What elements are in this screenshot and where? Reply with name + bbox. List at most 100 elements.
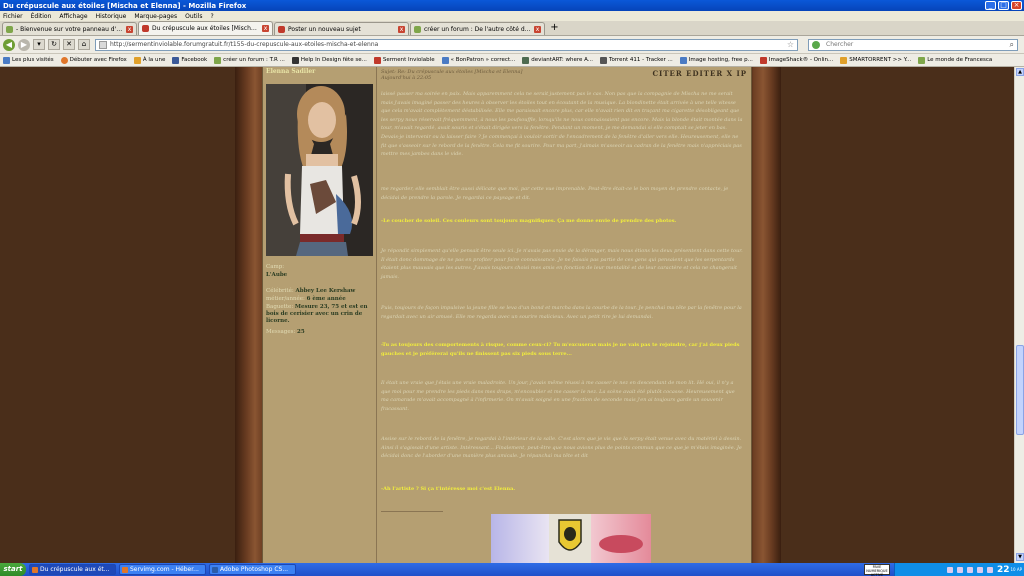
tab-close-icon[interactable]: x: [398, 25, 405, 33]
tab-label: créer un forum : De l'autre côté du miro…: [424, 25, 532, 33]
post-dialogue: -Tu as toujours des comportements à risq…: [381, 342, 740, 357]
poster-username[interactable]: Elenna Sadiler: [266, 68, 315, 75]
url-text[interactable]: http://sermentinviolable.forumgratuit.fr…: [110, 41, 787, 48]
menu-edition[interactable]: Édition: [31, 13, 52, 20]
network-icon[interactable]: [986, 566, 993, 573]
post-dialogue: -Le coucher de soleil. Ces couleurs sont…: [381, 218, 677, 224]
firefox-icon: [32, 566, 38, 573]
taskbar-item-firefox[interactable]: Du crépuscule aux ét...: [29, 564, 116, 575]
page-viewport: Elenna Sadiler Camp: L'Aube Célébrité: A…: [0, 67, 1014, 563]
bookmark-item[interactable]: À la une: [133, 56, 165, 64]
close-button[interactable]: ×: [1011, 1, 1022, 10]
rss-icon: [133, 56, 141, 64]
navigation-toolbar: ◀ ▶ ▾ ↻ ✕ ⌂ http://sermentinviolable.for…: [0, 36, 1024, 54]
profile-year: métier/année: 6 ème année: [266, 296, 346, 302]
forward-button[interactable]: ▶: [18, 38, 30, 51]
bookmark-item[interactable]: Les plus visités: [3, 56, 54, 64]
tab-close-icon[interactable]: x: [262, 25, 269, 32]
bookmark-folder-icon: [3, 56, 10, 64]
windows-taskbar: start Du crépuscule aux ét... Servimg.co…: [0, 563, 1024, 576]
tab-bar: - Bienvenue sur votre panneau d'adminis.…: [0, 21, 1024, 36]
bookmark-item[interactable]: créer un forum : T.R ...: [214, 56, 285, 64]
profile-camp-value: L'Aube: [266, 272, 288, 278]
back-button[interactable]: ◀: [3, 38, 15, 51]
taskbar-item-photoshop[interactable]: Adobe Photoshop CS...: [209, 564, 296, 575]
history-dropdown-button[interactable]: ▾: [33, 39, 45, 50]
tab-admin-panel[interactable]: - Bienvenue sur votre panneau d'adminis.…: [2, 22, 137, 35]
site-favicon-icon: [679, 56, 687, 64]
forum-favicon-icon: [142, 25, 149, 32]
search-engine-icon[interactable]: [812, 40, 820, 49]
bookmark-item[interactable]: Serment Inviolable: [373, 56, 435, 64]
tab-label: - Bienvenue sur votre panneau d'adminis.…: [16, 25, 124, 33]
site-identity-icon[interactable]: [99, 40, 107, 49]
profile-camp-label: Camp:: [266, 264, 285, 270]
maximize-button[interactable]: □: [998, 1, 1009, 10]
bookmark-item[interactable]: ImageShack® - Onlin...: [759, 56, 833, 64]
tab-label: Du crépuscule aux étoiles [Mischa et Ele…: [152, 25, 260, 32]
menu-outils[interactable]: Outils: [185, 13, 202, 20]
post-paragraph: laissé passer ma soirée en paix. Mais ap…: [381, 91, 743, 158]
minimize-button[interactable]: _: [985, 1, 996, 10]
bookmark-item[interactable]: Facebook: [172, 56, 207, 64]
site-favicon-icon: [291, 56, 299, 64]
firefox-icon: [122, 566, 128, 573]
clock[interactable]: 22: [997, 565, 1010, 575]
menu-historique[interactable]: Historique: [96, 13, 127, 20]
post-paragraph: Puis, toujours de façon impulsive la jeu…: [381, 305, 742, 320]
photoshop-icon: [212, 566, 218, 573]
facebook-icon: [172, 56, 180, 64]
reload-button[interactable]: ↻: [48, 39, 60, 50]
window-title-bar: Du crépuscule aux étoiles [Mischa et Ele…: [0, 0, 1024, 11]
home-button[interactable]: ⌂: [78, 39, 90, 50]
bookmark-item[interactable]: SMARTORRENT >> Y...: [840, 56, 911, 64]
menu-help[interactable]: ?: [210, 13, 213, 20]
bookmark-item[interactable]: Image hosting, free p...: [679, 56, 753, 64]
tray-icon[interactable]: [956, 566, 963, 573]
avatar-image: [266, 84, 373, 256]
post-paragraph: me regarder, elle semblait être aussi dé…: [381, 186, 729, 201]
forum-favicon-icon: [214, 56, 222, 64]
bookmark-item[interactable]: Help In Design fête se...: [291, 56, 367, 64]
bookmark-star-icon[interactable]: ☆: [787, 40, 794, 49]
window-title: Du crépuscule aux étoiles [Mischa et Ele…: [3, 1, 247, 10]
start-button[interactable]: start: [0, 563, 26, 576]
search-input[interactable]: [826, 41, 1010, 48]
bookmark-item[interactable]: « BonPatron » correct...: [441, 56, 515, 64]
taskbar-item-servimg[interactable]: Servimg.com - Héber...: [119, 564, 206, 575]
volume-icon[interactable]: [976, 566, 983, 573]
scroll-up-icon[interactable]: ▲: [1016, 68, 1024, 76]
tab-create-forum[interactable]: créer un forum : De l'autre côté du miro…: [410, 22, 545, 35]
forum-favicon-icon: [278, 25, 285, 33]
menu-fichier[interactable]: Fichier: [3, 13, 23, 20]
search-bar[interactable]: ⌕: [808, 38, 1018, 51]
tab-close-icon[interactable]: x: [534, 25, 541, 33]
bookmark-item[interactable]: Le monde de Francesca: [918, 56, 992, 64]
forum-favicon-icon: [414, 25, 421, 33]
forum-post: Elenna Sadiler Camp: L'Aube Célébrité: A…: [262, 67, 752, 563]
new-tab-button[interactable]: +: [548, 22, 561, 35]
menu-affichage[interactable]: Affichage: [59, 13, 87, 20]
site-favicon-icon: [918, 56, 926, 64]
bookmark-item[interactable]: deviantART: where A...: [522, 56, 593, 64]
vertical-scrollbar[interactable]: ▲ ▼: [1014, 67, 1024, 563]
bookmark-item[interactable]: Torrent 411 - Tracker ...: [600, 56, 673, 64]
tab-current-topic[interactable]: Du crépuscule aux étoiles [Mischa et Ele…: [138, 21, 273, 35]
stop-button[interactable]: ✕: [63, 39, 75, 50]
menu-marque-pages[interactable]: Marque-pages: [134, 13, 177, 20]
tab-close-icon[interactable]: x: [126, 25, 133, 33]
post-tools[interactable]: CITER EDITER X IP: [652, 69, 747, 78]
forum-favicon-icon: [6, 25, 13, 33]
scroll-down-icon[interactable]: ▼: [1016, 553, 1024, 561]
scrollbar-thumb[interactable]: [1016, 345, 1024, 435]
search-icon[interactable]: ⌕: [1010, 40, 1014, 50]
bookmarks-toolbar: Les plus visités Débuter avec Firefox À …: [0, 54, 1024, 67]
bookmark-item[interactable]: Débuter avec Firefox: [60, 56, 127, 64]
tray-icon[interactable]: [966, 566, 973, 573]
deviantart-icon: [522, 56, 530, 64]
firefox-icon: [60, 56, 68, 64]
url-bar[interactable]: http://sermentinviolable.forumgratuit.fr…: [95, 38, 798, 51]
tray-icon[interactable]: [946, 566, 953, 573]
post-paragraph: Assise sur le rebord de la fenêtre, je r…: [381, 436, 742, 460]
tab-new-topic[interactable]: Poster un nouveau sujet x: [274, 22, 409, 35]
